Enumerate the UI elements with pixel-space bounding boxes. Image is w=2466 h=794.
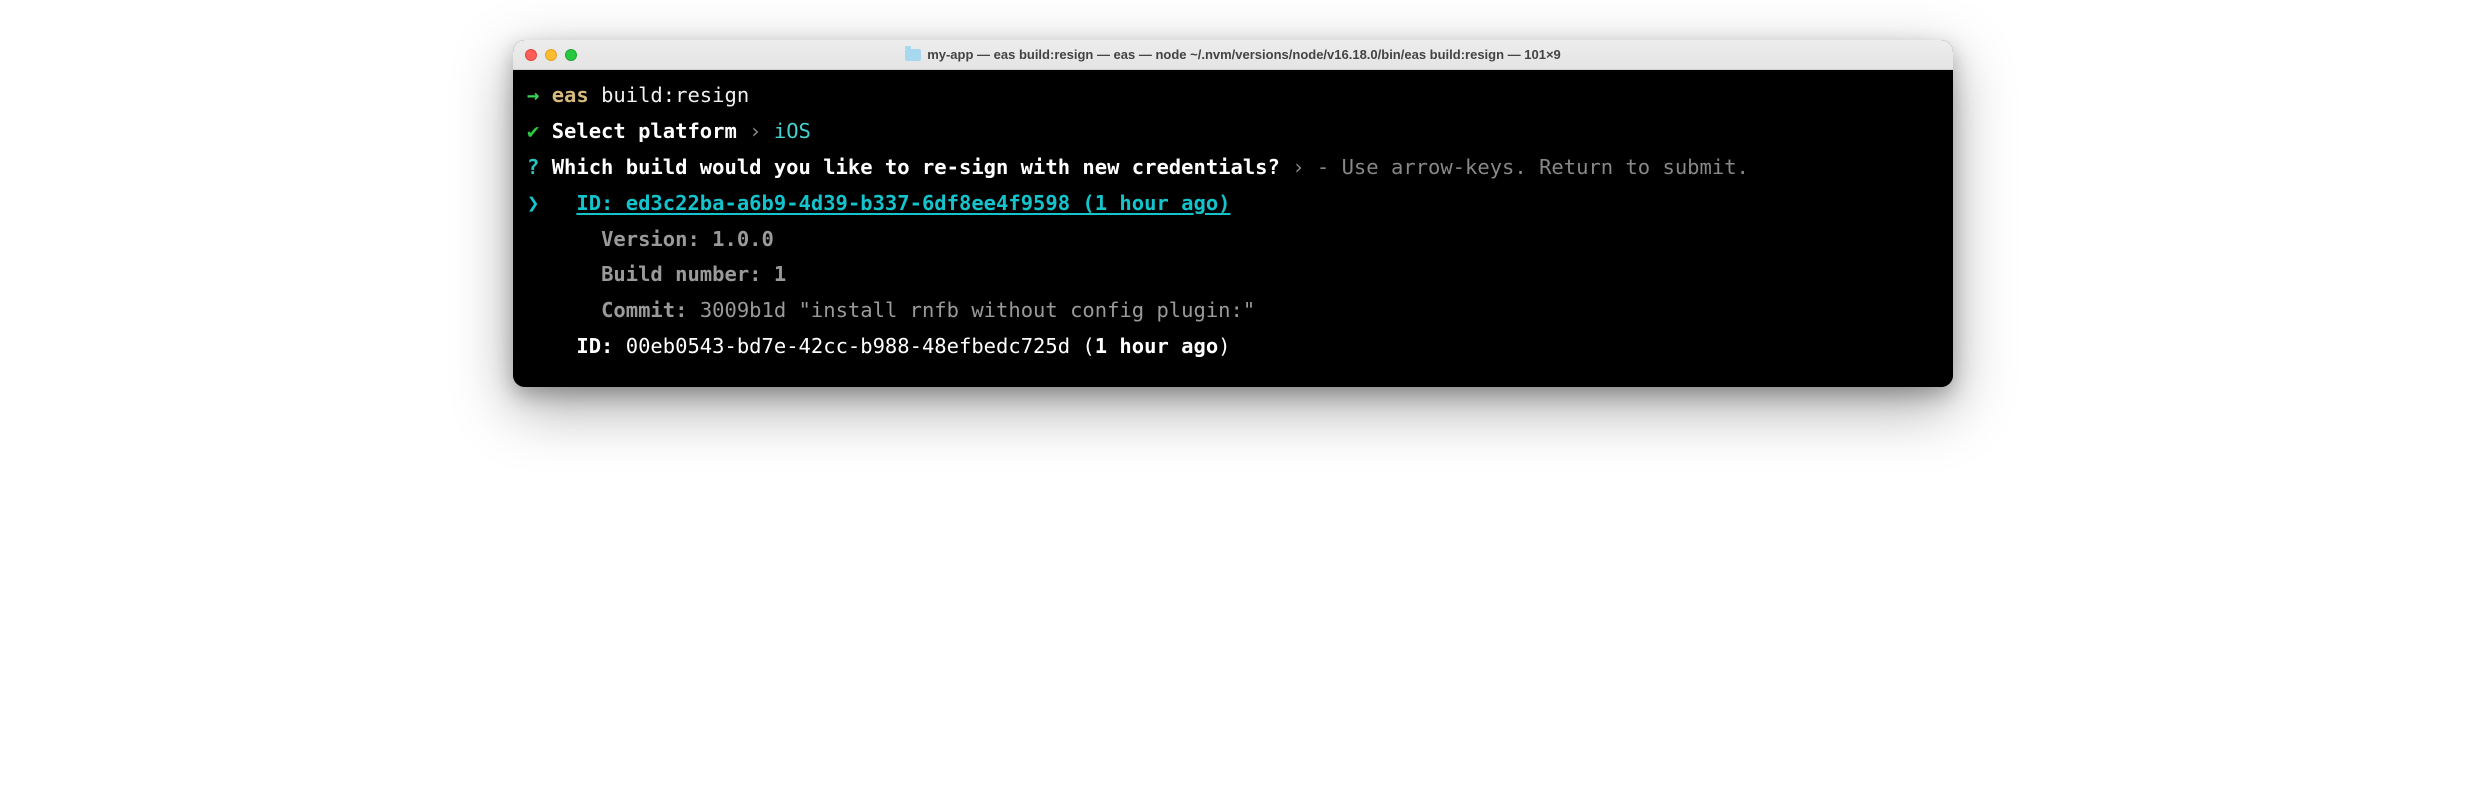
prompt-arrow-icon: → — [527, 83, 539, 107]
terminal-body[interactable]: → eas build:resign✔ Select platform › iO… — [513, 70, 1953, 387]
titlebar[interactable]: my-app — eas build:resign — eas — node ~… — [513, 40, 1953, 70]
selection-arrow-icon: ❯ — [527, 191, 539, 215]
other-time: 1 hour ago — [1095, 334, 1218, 358]
commit-label: Commit: — [601, 298, 687, 322]
other-id-label: ID: — [576, 334, 613, 358]
chevron-icon: › — [1292, 155, 1304, 179]
detail-buildnum: Build number: 1 — [527, 257, 1939, 293]
commit-value: 3009b1d "install rnfb without config plu… — [700, 298, 1255, 322]
close-icon[interactable] — [525, 49, 537, 61]
minimize-icon[interactable] — [545, 49, 557, 61]
buildnum-label: Build number: — [601, 262, 761, 286]
buildnum-value: 1 — [774, 262, 786, 286]
platform-value: iOS — [774, 119, 811, 143]
window-controls — [525, 49, 577, 61]
other-option[interactable]: ID: 00eb0543-bd7e-42cc-b988-48efbedc725d… — [527, 329, 1939, 365]
hint-text: - Use arrow-keys. Return to submit. — [1317, 155, 1749, 179]
other-id-value: 00eb0543-bd7e-42cc-b988-48efbedc725d ( — [626, 334, 1095, 358]
version-value: 1.0.0 — [712, 227, 774, 251]
command-sub: build:resign — [601, 83, 749, 107]
question-line: ? Which build would you like to re-sign … — [527, 150, 1939, 186]
folder-icon — [905, 49, 921, 61]
command-eas: eas — [552, 83, 589, 107]
platform-label: Select platform — [552, 119, 737, 143]
detail-commit: Commit: 3009b1d "install rnfb without co… — [527, 293, 1939, 329]
zoom-icon[interactable] — [565, 49, 577, 61]
terminal-window: my-app — eas build:resign — eas — node ~… — [513, 40, 1953, 387]
prompt-line: → eas build:resign — [527, 78, 1939, 114]
selected-option[interactable]: ❯ ID: ed3c22ba-a6b9-4d39-b337-6df8ee4f95… — [527, 186, 1939, 222]
other-close: ) — [1218, 334, 1230, 358]
selected-build-id: ID: ed3c22ba-a6b9-4d39-b337-6df8ee4f9598… — [576, 191, 1230, 215]
detail-version: Version: 1.0.0 — [527, 222, 1939, 258]
question-mark-icon: ? — [527, 155, 539, 179]
window-title-wrap: my-app — eas build:resign — eas — node ~… — [513, 47, 1953, 62]
check-icon: ✔ — [527, 119, 539, 143]
chevron-icon: › — [749, 119, 761, 143]
platform-line: ✔ Select platform › iOS — [527, 114, 1939, 150]
question-text: Which build would you like to re-sign wi… — [552, 155, 1280, 179]
version-label: Version: — [601, 227, 700, 251]
window-title: my-app — eas build:resign — eas — node ~… — [927, 47, 1561, 62]
